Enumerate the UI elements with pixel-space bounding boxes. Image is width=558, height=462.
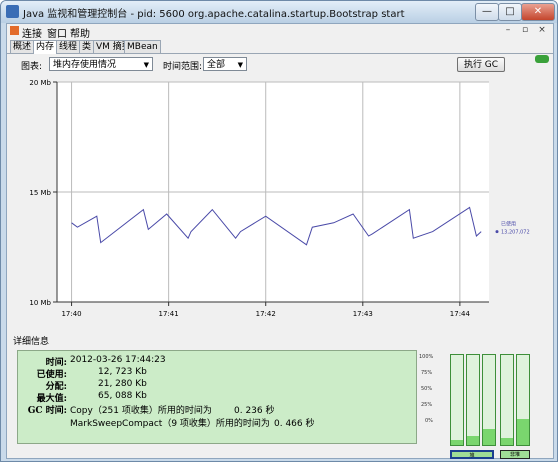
memory-pools-panel: 100% 75% 50% 25% 0% 堆 非堆: [419, 350, 547, 459]
y-tick-label: 20 Mb: [29, 79, 51, 87]
pool-axis-label-100: 100%: [419, 354, 434, 360]
chart-svg: 10 Mb 15 Mb 20 Mb 17:40 17:41 17:42 17:43 17:44…: [29, 79, 530, 318]
max-value: 65, 088 Kb: [98, 391, 147, 401]
memory-pool-bar-fill: [517, 418, 529, 445]
pool-axis-label-0: 0%: [425, 418, 433, 424]
gc-copy-value: 0. 236 秒: [234, 406, 275, 416]
memory-pool-bar-fill: [467, 436, 479, 445]
console-content: 连接 窗口 帮助 – ▫ × 概述 内存 线程 类 VM 摘要 MBean 图表…: [6, 23, 554, 459]
memory-pool-bar[interactable]: [482, 354, 496, 446]
time-value: 2012-03-26 17:44:23: [70, 355, 166, 365]
x-tick-label: 17:40: [61, 310, 81, 318]
tab-mbeans[interactable]: MBean: [124, 40, 161, 53]
heap-pool-button[interactable]: 堆: [450, 450, 494, 459]
time-range-label: 时间范围:: [163, 62, 203, 72]
chevron-down-icon: ▼: [143, 61, 149, 69]
console-icon: [10, 26, 19, 35]
memory-pool-bar-fill: [451, 439, 463, 445]
chart-label: 图表:: [21, 62, 43, 72]
non-heap-pool-button[interactable]: 非堆: [500, 450, 530, 459]
current-value-marker: [495, 230, 499, 234]
gc-time-label: GC 时间:: [27, 406, 67, 416]
connection-status-icon: [535, 55, 549, 63]
memory-pool-bar[interactable]: [500, 354, 514, 446]
memory-pool-bar-fill: [501, 437, 513, 445]
perform-gc-button[interactable]: 执行 GC: [457, 57, 505, 72]
minimize-button[interactable]: —: [475, 3, 499, 21]
menu-help[interactable]: 帮助: [70, 25, 90, 40]
memory-pool-bar[interactable]: [450, 354, 464, 446]
used-value: 12, 723 Kb: [98, 367, 147, 377]
pool-axis-label-25: 25%: [421, 402, 433, 408]
pool-axis-label-50: 50%: [421, 386, 433, 392]
maximize-button[interactable]: □: [498, 3, 522, 21]
x-tick-label: 17:44: [450, 310, 471, 318]
heap-usage-chart: 10 Mb 15 Mb 20 Mb 17:40 17:41 17:42 17:43 17:44…: [13, 74, 547, 327]
tab-threads[interactable]: 线程: [56, 40, 81, 53]
window-title: Java 监视和管理控制台 - pid: 5600 org.apache.cat…: [23, 9, 405, 20]
java-app-icon: [6, 5, 19, 18]
details-panel: 时间: 2012-03-26 17:44:23 已使用: 12, 723 Kb …: [17, 350, 417, 444]
inner-close-button[interactable]: ×: [535, 25, 549, 36]
y-tick-label: 15 Mb: [29, 189, 51, 197]
gc-marksweep-name: MarkSweepCompact（9 项收集）所用的时间为: [70, 419, 270, 429]
chart-select[interactable]: 堆内存使用情况 ▼: [49, 57, 153, 71]
chevron-down-icon: ▼: [237, 61, 243, 69]
x-tick-label: 17:41: [159, 310, 179, 318]
current-series-value: 13,207,072: [501, 230, 530, 236]
title-bar[interactable]: Java 监视和管理控制台 - pid: 5600 org.apache.cat…: [1, 1, 557, 23]
x-tick-label: 17:42: [256, 310, 276, 318]
menu-connect[interactable]: 连接: [22, 25, 42, 40]
inner-minimize-button[interactable]: –: [501, 25, 515, 36]
gc-copy-name: Copy（251 项收集）所用的时间为: [70, 406, 212, 416]
menu-bar: 连接 窗口 帮助 – ▫ ×: [7, 24, 553, 40]
committed-value: 21, 280 Kb: [98, 379, 147, 389]
tab-strip: 概述 内存 线程 类 VM 摘要 MBean: [7, 39, 553, 63]
tab-overview[interactable]: 概述: [10, 40, 35, 53]
memory-pool-bar[interactable]: [516, 354, 530, 446]
menu-window[interactable]: 窗口: [47, 25, 67, 40]
current-series-label: 已使用: [501, 221, 516, 228]
app-window: Java 监视和管理控制台 - pid: 5600 org.apache.cat…: [0, 0, 558, 462]
tab-memory[interactable]: 内存: [33, 40, 58, 54]
tab-classes[interactable]: 类: [79, 40, 95, 53]
time-range-select-value: 全部: [207, 60, 226, 70]
close-button[interactable]: ✕: [521, 3, 555, 21]
pool-axis-label-75: 75%: [421, 370, 433, 376]
details-header: 详细信息: [13, 337, 50, 347]
chart-select-value: 堆内存使用情况: [53, 60, 117, 70]
x-tick-label: 17:43: [353, 310, 373, 318]
memory-pool-bar-fill: [483, 428, 495, 445]
y-tick-label: 10 Mb: [29, 299, 51, 307]
inner-restore-button[interactable]: ▫: [518, 25, 532, 36]
time-range-select[interactable]: 全部 ▼: [203, 57, 247, 71]
memory-pool-bar[interactable]: [466, 354, 480, 446]
gc-marksweep-value: 0. 466 秒: [274, 419, 315, 429]
